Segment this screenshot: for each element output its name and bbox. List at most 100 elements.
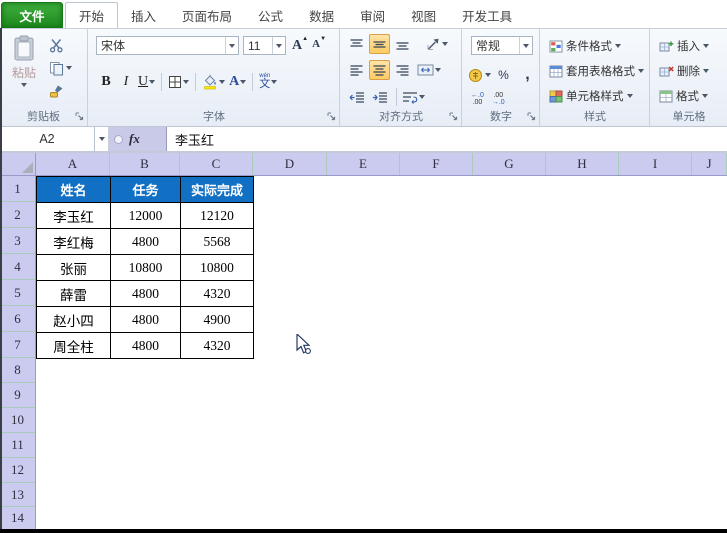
format-as-table-button[interactable]: 套用表格格式: [546, 60, 647, 82]
formula-bar-grip[interactable]: [114, 134, 123, 144]
table-cell[interactable]: 4320: [180, 332, 254, 359]
paste-button[interactable]: 粘贴: [5, 33, 43, 109]
table-cell[interactable]: 5568: [180, 228, 254, 255]
cell-styles-button[interactable]: 单元格样式: [546, 85, 636, 107]
row-header-14[interactable]: 14: [0, 507, 35, 530]
column-header-F[interactable]: F: [400, 153, 473, 175]
delete-cells-button[interactable]: 删除: [656, 60, 712, 82]
decrease-decimal-button[interactable]: .00 →.0: [490, 91, 507, 107]
row-header-6[interactable]: 6: [0, 306, 35, 332]
tab-4[interactable]: 数据: [296, 3, 347, 28]
wrap-text-button[interactable]: [403, 87, 425, 107]
format-painter-button[interactable]: [47, 81, 74, 101]
tab-1[interactable]: 插入: [118, 3, 169, 28]
merge-center-button[interactable]: [417, 60, 441, 80]
select-all-corner[interactable]: [0, 153, 36, 175]
row-header-8[interactable]: 8: [0, 358, 35, 383]
column-header-I[interactable]: I: [619, 153, 692, 175]
underline-button[interactable]: U: [136, 71, 157, 92]
row-header-10[interactable]: 10: [0, 408, 35, 433]
format-cells-button[interactable]: 格式: [656, 85, 711, 107]
table-header-cell[interactable]: 任务: [110, 176, 181, 203]
tab-2[interactable]: 页面布局: [169, 3, 245, 28]
table-cell[interactable]: 赵小四: [36, 306, 111, 333]
align-left-button[interactable]: [346, 60, 367, 80]
font-name-combo[interactable]: 宋体: [96, 36, 239, 55]
row-header-5[interactable]: 5: [0, 280, 35, 306]
align-bottom-button[interactable]: [392, 34, 413, 54]
row-header-7[interactable]: 7: [0, 332, 35, 358]
column-header-E[interactable]: E: [327, 153, 400, 175]
comma-format-button[interactable]: ,: [517, 65, 538, 85]
table-cell[interactable]: 4800: [110, 306, 181, 333]
table-cell[interactable]: 12000: [110, 202, 181, 229]
table-header-cell[interactable]: 姓名: [36, 176, 111, 203]
table-cell[interactable]: 10800: [180, 254, 254, 281]
orientation-button[interactable]: [426, 34, 448, 54]
row-header-13[interactable]: 13: [0, 483, 35, 507]
font-dialog-launcher[interactable]: [327, 112, 337, 122]
table-cell[interactable]: 4800: [110, 228, 181, 255]
column-header-D[interactable]: D: [253, 153, 327, 175]
table-cell[interactable]: 4900: [180, 306, 254, 333]
tab-file[interactable]: 文件: [1, 2, 63, 28]
italic-button[interactable]: I: [116, 71, 136, 92]
fill-color-button[interactable]: [200, 71, 227, 92]
row-header-1[interactable]: 1: [0, 176, 35, 202]
name-box[interactable]: A2: [0, 127, 95, 151]
tab-3[interactable]: 公式: [245, 3, 296, 28]
row-header-11[interactable]: 11: [0, 433, 35, 458]
column-header-G[interactable]: G: [473, 153, 546, 175]
number-format-combo[interactable]: 常规: [471, 36, 533, 55]
table-cell[interactable]: 4320: [180, 280, 254, 307]
table-cell[interactable]: 李红梅: [36, 228, 111, 255]
insert-cells-button[interactable]: 插入: [656, 35, 712, 57]
number-dialog-launcher[interactable]: [527, 112, 537, 122]
row-header-4[interactable]: 4: [0, 254, 35, 280]
column-header-B[interactable]: B: [110, 153, 180, 175]
column-header-C[interactable]: C: [180, 153, 253, 175]
phonetic-guide-button[interactable]: wén 文: [257, 71, 279, 92]
table-cell[interactable]: 10800: [110, 254, 181, 281]
clipboard-dialog-launcher[interactable]: [75, 112, 85, 122]
cut-button[interactable]: [47, 35, 74, 55]
currency-format-button[interactable]: [469, 65, 491, 85]
column-header-A[interactable]: A: [36, 153, 110, 175]
alignment-dialog-launcher[interactable]: [449, 112, 459, 122]
font-size-combo[interactable]: 11: [243, 36, 286, 55]
formula-input[interactable]: 李玉红: [167, 127, 727, 151]
table-cell[interactable]: 4800: [110, 280, 181, 307]
tab-5[interactable]: 审阅: [347, 3, 398, 28]
table-cell[interactable]: 张丽: [36, 254, 111, 281]
bold-button[interactable]: B: [96, 71, 116, 92]
row-header-3[interactable]: 3: [0, 228, 35, 254]
table-cell[interactable]: 李玉红: [36, 202, 111, 229]
column-header-H[interactable]: H: [546, 153, 619, 175]
tab-7[interactable]: 开发工具: [449, 3, 525, 28]
table-header-cell[interactable]: 实际完成: [180, 176, 254, 203]
align-right-button[interactable]: [392, 60, 413, 80]
grow-font-button[interactable]: A ▲: [292, 36, 308, 54]
name-box-dropdown[interactable]: [95, 127, 109, 151]
align-middle-button[interactable]: [369, 34, 390, 54]
tab-6[interactable]: 视图: [398, 3, 449, 28]
shrink-font-button[interactable]: A ▼: [312, 36, 326, 50]
percent-format-button[interactable]: %: [493, 65, 514, 85]
paste-dropdown-icon[interactable]: [21, 83, 27, 87]
row-header-12[interactable]: 12: [0, 458, 35, 483]
borders-button[interactable]: [166, 71, 191, 92]
tab-0[interactable]: 开始: [65, 2, 119, 28]
table-cell[interactable]: 12120: [180, 202, 254, 229]
increase-indent-button[interactable]: [369, 87, 390, 107]
align-center-button[interactable]: [369, 60, 390, 80]
table-cell[interactable]: 薛雷: [36, 280, 111, 307]
insert-function-button[interactable]: fx: [129, 131, 140, 147]
decrease-indent-button[interactable]: [346, 87, 367, 107]
increase-decimal-button[interactable]: ←.0.00: [469, 91, 486, 107]
row-header-2[interactable]: 2: [0, 202, 35, 228]
table-cell[interactable]: 周全柱: [36, 332, 111, 359]
copy-button[interactable]: [47, 58, 74, 78]
row-header-9[interactable]: 9: [0, 383, 35, 408]
column-header-J[interactable]: J: [692, 153, 727, 175]
table-cell[interactable]: 4800: [110, 332, 181, 359]
